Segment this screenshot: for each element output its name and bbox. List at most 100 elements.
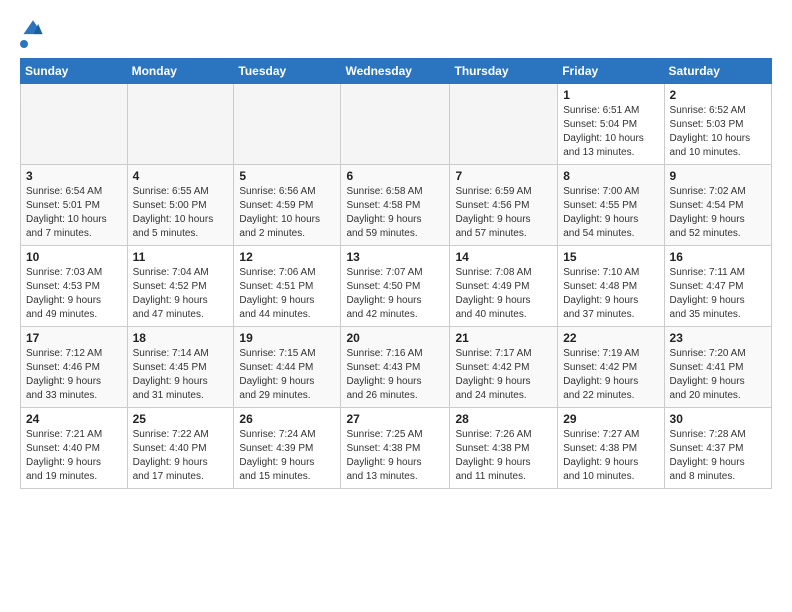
calendar-cell: 26 Sunrise: 7:24 AMSunset: 4:39 PMDayligh… <box>234 408 341 489</box>
weekday-header-friday: Friday <box>558 59 664 84</box>
day-info: Sunrise: 7:07 AMSunset: 4:50 PMDaylight:… <box>346 266 444 322</box>
day-number: 23 <box>670 331 766 345</box>
calendar-cell: 7Sunrise: 6:59 AMSunset: 4:56 PMDaylight… <box>450 165 558 246</box>
calendar-cell: 29 Sunrise: 7:27 AMSunset: 4:38 PMDayligh… <box>558 408 664 489</box>
day-number: 8 <box>563 169 658 183</box>
day-info: Sunrise: 6:56 AMSunset: 4:59 PMDaylight:… <box>239 185 335 241</box>
day-info: Sunrise: 7:12 AMSunset: 4:46 PMDaylight:… <box>26 347 122 403</box>
day-number: 7 <box>455 169 552 183</box>
day-info: Sunrise: 7:15 AMSunset: 4:44 PMDaylight:… <box>239 347 335 403</box>
weekday-header-sunday: Sunday <box>21 59 128 84</box>
day-number: 30 <box>670 412 766 426</box>
day-number: 10 <box>26 250 122 264</box>
calendar-cell: 17 Sunrise: 7:12 AMSunset: 4:46 PMDayligh… <box>21 327 128 408</box>
calendar-week-row: 3 Sunrise: 6:54 AMSunset: 5:01 PMDaylight… <box>21 165 772 246</box>
day-number: 13 <box>346 250 444 264</box>
day-info: Sunrise: 7:24 AMSunset: 4:39 PMDaylight:… <box>239 428 335 484</box>
calendar-cell <box>234 84 341 165</box>
day-number: 17 <box>26 331 122 345</box>
calendar-cell: 22Sunrise: 7:19 AMSunset: 4:42 PMDayligh… <box>558 327 664 408</box>
day-number: 3 <box>26 169 122 183</box>
calendar-cell: 12 Sunrise: 7:06 AMSunset: 4:51 PMDayligh… <box>234 246 341 327</box>
day-number: 26 <box>239 412 335 426</box>
calendar-week-row: 1 Sunrise: 6:51 AMSunset: 5:04 PMDaylight… <box>21 84 772 165</box>
calendar-cell: 5Sunrise: 6:56 AMSunset: 4:59 PMDaylight… <box>234 165 341 246</box>
calendar-cell: 6 Sunrise: 6:58 AMSunset: 4:58 PMDaylight… <box>341 165 450 246</box>
calendar-cell <box>450 84 558 165</box>
calendar-week-row: 24 Sunrise: 7:21 AMSunset: 4:40 PMDayligh… <box>21 408 772 489</box>
logo <box>20 18 44 48</box>
calendar-week-row: 10 Sunrise: 7:03 AMSunset: 4:53 PMDayligh… <box>21 246 772 327</box>
calendar-cell: 1 Sunrise: 6:51 AMSunset: 5:04 PMDaylight… <box>558 84 664 165</box>
calendar-cell: 8Sunrise: 7:00 AMSunset: 4:55 PMDaylight… <box>558 165 664 246</box>
day-number: 21 <box>455 331 552 345</box>
day-number: 12 <box>239 250 335 264</box>
logo-icon <box>22 18 44 40</box>
calendar-cell: 30 Sunrise: 7:28 AMSunset: 4:37 PMDayligh… <box>664 408 771 489</box>
day-info: Sunrise: 7:04 AMSunset: 4:52 PMDaylight:… <box>133 266 229 322</box>
day-number: 4 <box>133 169 229 183</box>
day-number: 29 <box>563 412 658 426</box>
day-number: 11 <box>133 250 229 264</box>
weekday-header-monday: Monday <box>127 59 234 84</box>
day-number: 19 <box>239 331 335 345</box>
day-info: Sunrise: 6:51 AMSunset: 5:04 PMDaylight:… <box>563 104 658 160</box>
day-info: Sunrise: 7:03 AMSunset: 4:53 PMDaylight:… <box>26 266 122 322</box>
day-info: Sunrise: 7:10 AMSunset: 4:48 PMDaylight:… <box>563 266 658 322</box>
day-info: Sunrise: 7:11 AMSunset: 4:47 PMDaylight:… <box>670 266 766 322</box>
logo-text <box>20 18 44 40</box>
day-number: 20 <box>346 331 444 345</box>
logo-dot <box>20 40 28 48</box>
calendar-cell: 14Sunrise: 7:08 AMSunset: 4:49 PMDayligh… <box>450 246 558 327</box>
day-info: Sunrise: 7:27 AMSunset: 4:38 PMDaylight:… <box>563 428 658 484</box>
calendar-cell <box>341 84 450 165</box>
day-info: Sunrise: 7:25 AMSunset: 4:38 PMDaylight:… <box>346 428 444 484</box>
day-info: Sunrise: 7:21 AMSunset: 4:40 PMDaylight:… <box>26 428 122 484</box>
calendar-cell: 13 Sunrise: 7:07 AMSunset: 4:50 PMDayligh… <box>341 246 450 327</box>
calendar-cell: 4Sunrise: 6:55 AMSunset: 5:00 PMDaylight… <box>127 165 234 246</box>
page: SundayMondayTuesdayWednesdayThursdayFrid… <box>0 0 792 507</box>
day-number: 14 <box>455 250 552 264</box>
day-info: Sunrise: 7:06 AMSunset: 4:51 PMDaylight:… <box>239 266 335 322</box>
calendar-cell <box>127 84 234 165</box>
day-info: Sunrise: 7:28 AMSunset: 4:37 PMDaylight:… <box>670 428 766 484</box>
day-number: 27 <box>346 412 444 426</box>
day-number: 9 <box>670 169 766 183</box>
weekday-header-thursday: Thursday <box>450 59 558 84</box>
calendar-cell: 25 Sunrise: 7:22 AMSunset: 4:40 PMDayligh… <box>127 408 234 489</box>
calendar-week-row: 17 Sunrise: 7:12 AMSunset: 4:46 PMDayligh… <box>21 327 772 408</box>
weekday-header-wednesday: Wednesday <box>341 59 450 84</box>
day-number: 24 <box>26 412 122 426</box>
weekday-header-row: SundayMondayTuesdayWednesdayThursdayFrid… <box>21 59 772 84</box>
day-number: 18 <box>133 331 229 345</box>
day-number: 28 <box>455 412 552 426</box>
day-info: Sunrise: 7:22 AMSunset: 4:40 PMDaylight:… <box>133 428 229 484</box>
day-info: Sunrise: 6:54 AMSunset: 5:01 PMDaylight:… <box>26 185 122 241</box>
calendar-cell: 18Sunrise: 7:14 AMSunset: 4:45 PMDayligh… <box>127 327 234 408</box>
day-info: Sunrise: 6:52 AMSunset: 5:03 PMDaylight:… <box>670 104 766 160</box>
day-info: Sunrise: 6:58 AMSunset: 4:58 PMDaylight:… <box>346 185 444 241</box>
calendar-cell: 21Sunrise: 7:17 AMSunset: 4:42 PMDayligh… <box>450 327 558 408</box>
calendar-cell: 10 Sunrise: 7:03 AMSunset: 4:53 PMDayligh… <box>21 246 128 327</box>
day-number: 22 <box>563 331 658 345</box>
day-number: 25 <box>133 412 229 426</box>
weekday-header-saturday: Saturday <box>664 59 771 84</box>
day-info: Sunrise: 7:26 AMSunset: 4:38 PMDaylight:… <box>455 428 552 484</box>
calendar-cell: 20 Sunrise: 7:16 AMSunset: 4:43 PMDayligh… <box>341 327 450 408</box>
day-number: 1 <box>563 88 658 102</box>
day-number: 2 <box>670 88 766 102</box>
calendar-cell: 2 Sunrise: 6:52 AMSunset: 5:03 PMDaylight… <box>664 84 771 165</box>
day-number: 16 <box>670 250 766 264</box>
day-number: 6 <box>346 169 444 183</box>
calendar-cell: 27 Sunrise: 7:25 AMSunset: 4:38 PMDayligh… <box>341 408 450 489</box>
day-info: Sunrise: 7:02 AMSunset: 4:54 PMDaylight:… <box>670 185 766 241</box>
day-info: Sunrise: 7:16 AMSunset: 4:43 PMDaylight:… <box>346 347 444 403</box>
calendar-cell: 16 Sunrise: 7:11 AMSunset: 4:47 PMDayligh… <box>664 246 771 327</box>
calendar-cell: 11 Sunrise: 7:04 AMSunset: 4:52 PMDayligh… <box>127 246 234 327</box>
calendar-cell: 19 Sunrise: 7:15 AMSunset: 4:44 PMDayligh… <box>234 327 341 408</box>
calendar-cell: 3 Sunrise: 6:54 AMSunset: 5:01 PMDaylight… <box>21 165 128 246</box>
day-info: Sunrise: 7:20 AMSunset: 4:41 PMDaylight:… <box>670 347 766 403</box>
calendar-cell: 15Sunrise: 7:10 AMSunset: 4:48 PMDayligh… <box>558 246 664 327</box>
weekday-header-tuesday: Tuesday <box>234 59 341 84</box>
calendar-cell <box>21 84 128 165</box>
